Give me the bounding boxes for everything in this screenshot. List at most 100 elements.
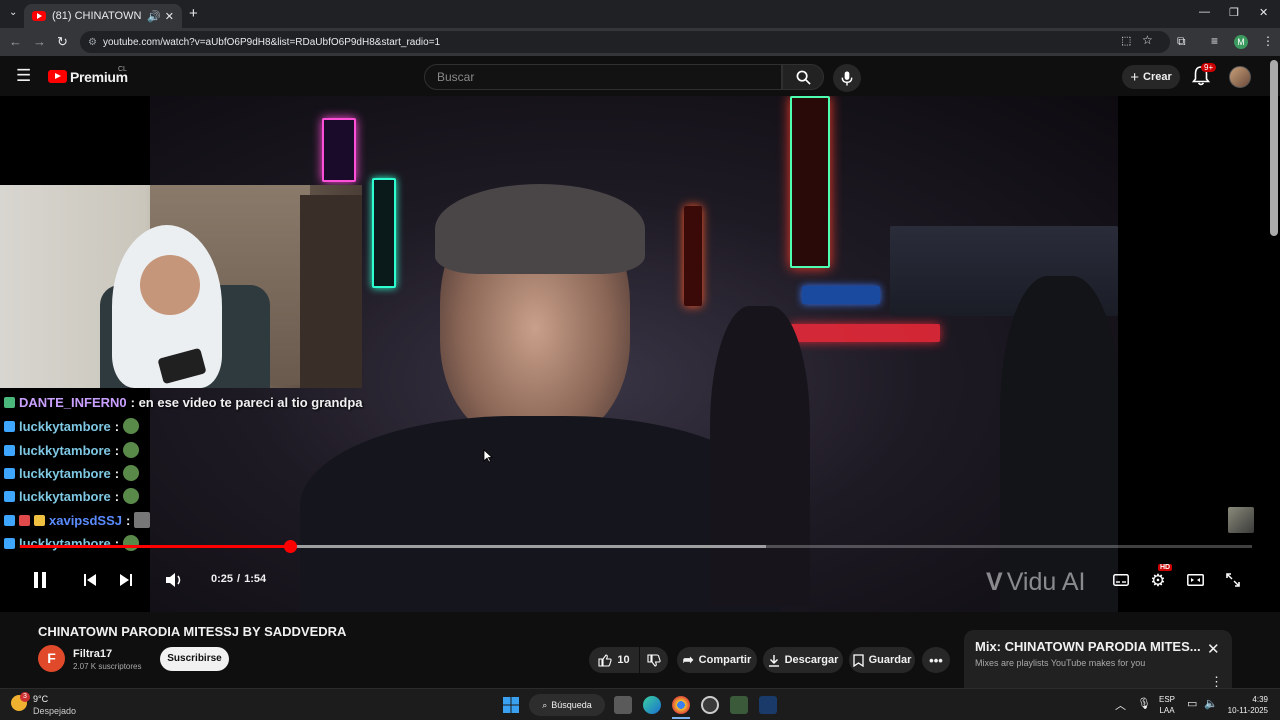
close-mix-icon[interactable]: ✕ xyxy=(1207,640,1220,658)
edge-browser-icon[interactable] xyxy=(643,696,661,714)
chat-emote-icon xyxy=(123,488,140,504)
forward-arrow-icon[interactable]: → xyxy=(33,34,46,49)
theater-mode-button[interactable] xyxy=(1185,572,1205,588)
maximize-icon[interactable]: ❐ xyxy=(1229,6,1239,19)
chrome-browser-icon[interactable] xyxy=(672,696,690,714)
minimize-icon[interactable]: — xyxy=(1199,6,1210,18)
more-actions-button[interactable]: ••• xyxy=(922,647,950,673)
browser-tab[interactable]: (81) CHINATOWN PARODIA 🔊 ✕ xyxy=(24,4,182,28)
clock-date: 10-11-2025 xyxy=(1227,706,1268,715)
mix-subtitle: Mixes are playlists YouTube makes for yo… xyxy=(975,658,1146,668)
notifications-button[interactable]: 9+ xyxy=(1191,63,1217,91)
account-avatar[interactable] xyxy=(1229,66,1251,88)
region-code: CL xyxy=(118,66,127,73)
share-button[interactable]: ➦ Compartir xyxy=(677,647,757,673)
next-button[interactable] xyxy=(116,570,136,590)
volume-button[interactable] xyxy=(163,570,185,590)
app-icon[interactable] xyxy=(730,696,748,714)
chat-message: : xyxy=(114,465,120,481)
search-input[interactable]: Buscar xyxy=(424,64,782,90)
chat-line: luckkytambore : xyxy=(4,535,140,551)
search-icon: ⌕ xyxy=(542,699,548,710)
chat-line: luckkytambore : xyxy=(4,442,140,458)
channel-name[interactable]: Filtra17 xyxy=(73,648,112,660)
weather-badge: 3 xyxy=(20,692,30,702)
end-screen-thumbnail[interactable] xyxy=(1228,507,1254,533)
page-scrollbar[interactable] xyxy=(1270,60,1278,236)
taskbar-search[interactable]: ⌕ Búsqueda xyxy=(529,694,605,716)
back-arrow-icon[interactable]: ← xyxy=(9,34,22,49)
download-button[interactable]: Descargar xyxy=(763,647,843,673)
mix-title[interactable]: Mix: CHINATOWN PARODIA MITES... xyxy=(975,639,1201,654)
profile-avatar[interactable]: M xyxy=(1234,35,1248,49)
windows-logo-icon xyxy=(503,697,519,713)
gear-icon: ⚙ xyxy=(1150,571,1166,590)
progress-scrubber[interactable] xyxy=(284,540,297,553)
tab-search-chevron-icon[interactable]: ⌄ xyxy=(9,7,17,18)
settings-button[interactable]: ⚙ HD xyxy=(1148,564,1173,591)
video-player[interactable]: DANTE_INFERN0 : en ese video te pareci a… xyxy=(0,96,1280,612)
extensions-icon[interactable]: ⧉ xyxy=(1177,34,1186,49)
neon-sign-orange xyxy=(684,206,702,306)
tray-chevron-icon[interactable]: ︿ xyxy=(1115,697,1126,713)
obs-studio-icon[interactable] xyxy=(701,696,719,714)
theater-mode-icon xyxy=(1186,574,1204,586)
time-separator: / xyxy=(237,573,241,585)
previous-button[interactable] xyxy=(80,570,100,590)
subtitles-button[interactable] xyxy=(1111,572,1131,588)
hamburger-menu-icon[interactable]: ☰ xyxy=(16,66,31,86)
browser-menu-icon[interactable]: ⋮ xyxy=(1262,34,1274,48)
active-app-indicator xyxy=(672,717,690,719)
address-bar[interactable]: ⚙ youtube.com/watch?v=aUbfO6P9dH8&list=R… xyxy=(80,31,1170,53)
subscribe-button[interactable]: Suscribirse xyxy=(160,647,229,671)
skip-next-icon xyxy=(120,574,132,586)
doorway xyxy=(300,195,362,388)
crown-badge-icon xyxy=(34,514,45,526)
video-watermark: V Vidu AI xyxy=(986,568,1085,597)
chat-username: luckkytambore xyxy=(19,535,111,551)
like-button[interactable]: 10 xyxy=(589,647,639,673)
start-button[interactable] xyxy=(503,697,519,713)
chat-emote-icon xyxy=(123,418,140,434)
steam-icon[interactable] xyxy=(759,696,777,714)
chat-username: DANTE_INFERN0 xyxy=(19,395,127,410)
chat-line: luckkytambore : xyxy=(4,465,140,481)
time-current: 0:25 xyxy=(211,573,234,585)
tab-close-icon[interactable]: ✕ xyxy=(165,10,174,23)
subscriber-count: 2.07 K suscriptores xyxy=(73,662,142,671)
windows-taskbar: 3 9°C Despejado ⌕ Búsqueda ︿ 🎙 ESP LAA ▭… xyxy=(0,688,1280,720)
microphone-tray-icon[interactable]: 🎙 xyxy=(1137,697,1151,710)
time-display: 0:25 / 1:54 xyxy=(211,573,266,585)
save-button[interactable]: Guardar xyxy=(849,647,915,673)
new-tab-plus-icon[interactable]: + xyxy=(189,5,198,22)
clock-time: 4:39 xyxy=(1252,695,1268,704)
create-button[interactable]: + Crear xyxy=(1122,65,1180,89)
reload-icon[interactable]: ↻ xyxy=(57,34,68,50)
channel-avatar[interactable]: F xyxy=(38,645,65,672)
site-info-icon[interactable]: ⚙ xyxy=(88,37,97,48)
chat-message: : en ese video te pareci al tio grandpa xyxy=(130,395,363,410)
network-icon[interactable]: ▭ xyxy=(1187,697,1197,710)
voice-search-button[interactable] xyxy=(833,64,861,92)
close-window-icon[interactable]: ✕ xyxy=(1259,6,1268,19)
language-indicator[interactable]: ESP LAA xyxy=(1159,694,1175,716)
volume-tray-icon[interactable]: 🔈 xyxy=(1204,697,1218,710)
streamer-face xyxy=(140,255,200,315)
dislike-button[interactable] xyxy=(640,647,668,673)
bookmark-star-icon[interactable]: ☆ xyxy=(1142,33,1153,47)
pause-button[interactable] xyxy=(28,568,52,592)
chat-line: xavipsdSSJ : xyxy=(4,512,151,528)
clock[interactable]: 4:39 10-11-2025 xyxy=(1220,694,1268,716)
chat-emote-icon xyxy=(134,512,151,528)
chat-badge-icon xyxy=(4,444,15,456)
search-button[interactable] xyxy=(782,64,824,90)
fullscreen-button[interactable] xyxy=(1223,571,1243,589)
youtube-favicon-icon xyxy=(32,11,46,21)
tab-audio-icon[interactable]: 🔊 xyxy=(147,10,161,23)
neon-strip-blue xyxy=(802,286,880,304)
media-controls-icon[interactable]: ≡ xyxy=(1211,34,1218,48)
task-view-icon[interactable] xyxy=(614,696,632,714)
facecam-overlay xyxy=(0,185,362,388)
install-app-icon[interactable]: ⬚ xyxy=(1121,34,1131,47)
subtitles-icon xyxy=(1113,574,1129,586)
